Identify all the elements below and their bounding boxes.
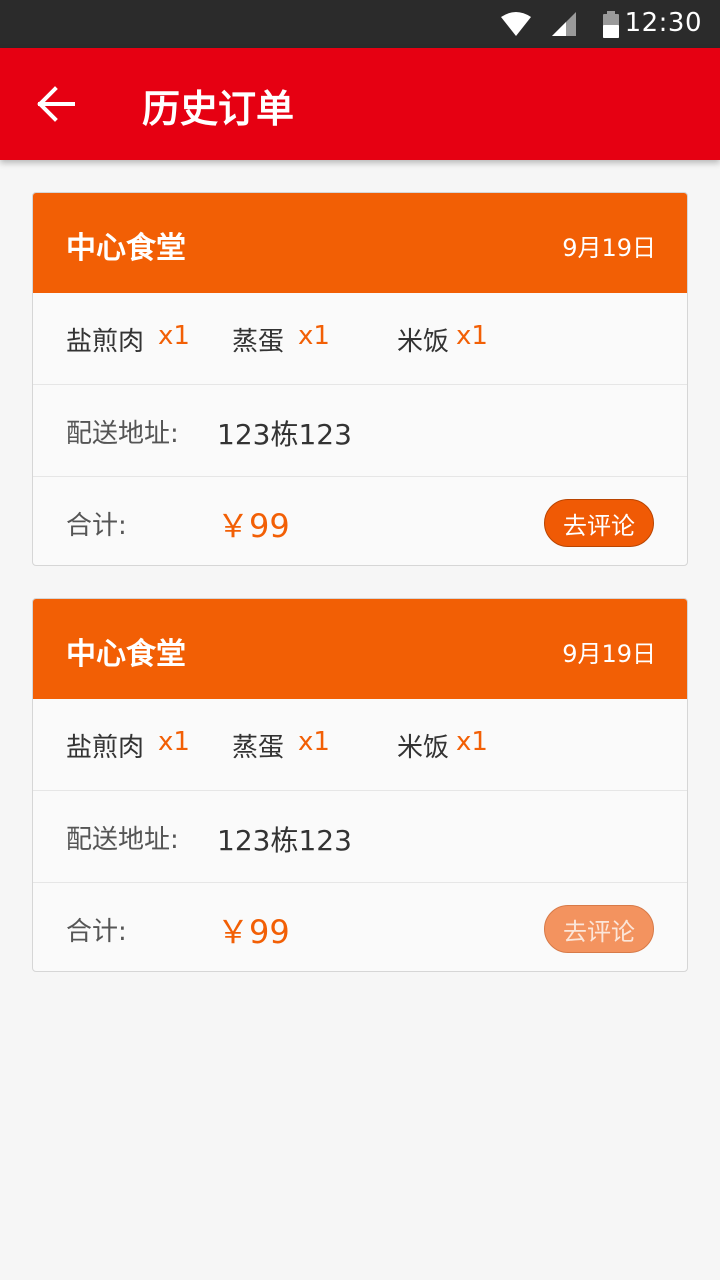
item-name: 米饭 <box>397 327 450 357</box>
total-label: 合计: <box>66 917 127 947</box>
item-qty: x1 <box>456 321 488 351</box>
shop-name: 中心食堂 <box>66 231 186 266</box>
app-bar: 历史订单 <box>0 48 720 160</box>
page-title: 历史订单 <box>142 87 295 131</box>
status-bar: 12:30 <box>0 0 720 48</box>
item-name: 盐煎肉 <box>66 327 145 357</box>
total-price: ￥99 <box>217 507 290 545</box>
total-label: 合计: <box>66 511 127 541</box>
wifi-icon <box>501 12 531 36</box>
item-name: 盐煎肉 <box>66 733 145 763</box>
item-name: 米饭 <box>397 733 450 763</box>
arrow-left-icon <box>37 86 75 122</box>
order-address-row: 配送地址: 123栋123 <box>33 791 687 883</box>
order-date: 9月19日 <box>562 640 656 668</box>
battery-icon <box>603 11 619 38</box>
order-card: 中心食堂 9月19日 盐煎肉 x1 蒸蛋 x1 米饭 x1 配送地址: 123栋… <box>32 192 688 566</box>
order-header: 中心食堂 9月19日 <box>33 193 687 293</box>
order-total-row: 合计: ￥99 去评论 <box>33 477 687 565</box>
order-date: 9月19日 <box>562 234 656 262</box>
address-label: 配送地址: <box>66 825 179 855</box>
order-address-row: 配送地址: 123栋123 <box>33 385 687 477</box>
address-value: 123栋123 <box>217 824 352 857</box>
order-items-row: 盐煎肉 x1 蒸蛋 x1 米饭 x1 <box>33 699 687 791</box>
item-name: 蒸蛋 <box>232 327 285 357</box>
shop-name: 中心食堂 <box>66 637 186 672</box>
item-qty: x1 <box>456 727 488 757</box>
back-button[interactable] <box>24 72 88 136</box>
cellular-signal-icon <box>552 12 576 36</box>
item-qty: x1 <box>158 727 190 757</box>
total-price: ￥99 <box>217 913 290 951</box>
item-name: 蒸蛋 <box>232 733 285 763</box>
review-button[interactable]: 去评论 <box>544 905 654 953</box>
order-items-row: 盐煎肉 x1 蒸蛋 x1 米饭 x1 <box>33 293 687 385</box>
order-total-row: 合计: ￥99 去评论 <box>33 883 687 971</box>
address-value: 123栋123 <box>217 418 352 451</box>
item-qty: x1 <box>158 321 190 351</box>
order-card: 中心食堂 9月19日 盐煎肉 x1 蒸蛋 x1 米饭 x1 配送地址: 123栋… <box>32 598 688 972</box>
order-header: 中心食堂 9月19日 <box>33 599 687 699</box>
review-button[interactable]: 去评论 <box>544 499 654 547</box>
status-time: 12:30 <box>624 8 702 38</box>
item-qty: x1 <box>298 727 330 757</box>
item-qty: x1 <box>298 321 330 351</box>
address-label: 配送地址: <box>66 419 179 449</box>
